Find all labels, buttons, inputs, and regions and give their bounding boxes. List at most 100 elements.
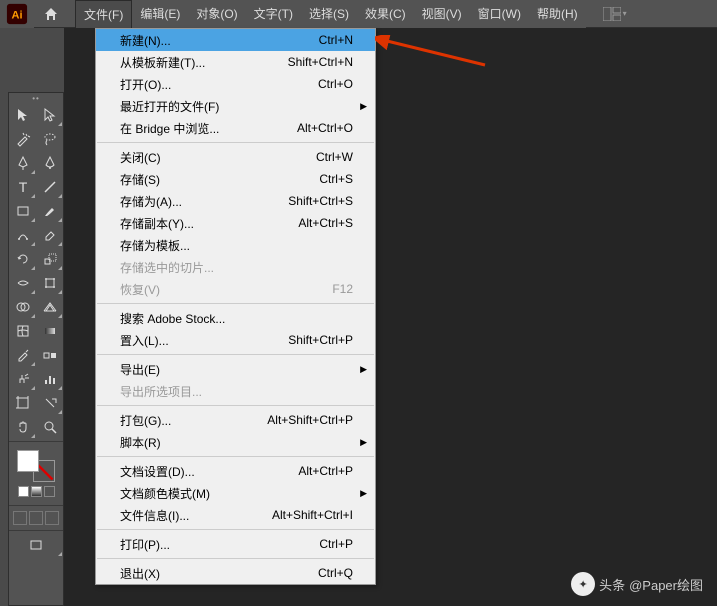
draw-inside[interactable] [45,511,59,525]
mesh-tool[interactable] [9,319,36,343]
menu-select[interactable]: 选择(S) [301,0,357,28]
file-menu-dropdown: 新建(N)...Ctrl+N从模板新建(T)...Shift+Ctrl+N打开(… [95,28,376,585]
menu-effect[interactable]: 效果(C) [357,0,414,28]
scale-tool[interactable] [36,247,63,271]
free-transform-tool[interactable] [36,271,63,295]
menu-item-label: 打包(G)... [120,412,267,429]
menu-item[interactable]: 在 Bridge 中浏览...Alt+Ctrl+O [96,117,375,139]
menu-item-shortcut: Alt+Shift+Ctrl+P [267,413,353,427]
pen-tool[interactable] [9,151,36,175]
draw-normal[interactable] [13,511,27,525]
menu-item-label: 文档颜色模式(M) [120,485,353,502]
menu-item-shortcut: Ctrl+W [316,150,353,164]
rotate-tool[interactable] [9,247,36,271]
draw-behind[interactable] [29,511,43,525]
menu-item[interactable]: 最近打开的文件(F)▶ [96,95,375,117]
topbar: Ai 文件(F) 编辑(E) 对象(O) 文字(T) 选择(S) 效果(C) 视… [0,0,717,28]
menu-item-shortcut: Ctrl+Q [318,566,353,580]
menu-item[interactable]: 存储(S)Ctrl+S [96,168,375,190]
fill-stroke-swatches[interactable] [17,450,55,482]
line-segment-tool[interactable] [36,175,63,199]
blend-tool[interactable] [36,343,63,367]
color-mode-none[interactable] [44,486,55,497]
menu-item-label: 在 Bridge 中浏览... [120,120,297,137]
menu-item[interactable]: 文件信息(I)...Alt+Shift+Ctrl+I [96,504,375,526]
separator [9,505,63,506]
color-mode-color[interactable] [18,486,29,497]
menu-item-shortcut: Ctrl+N [319,33,353,47]
type-tool[interactable]: T [9,175,36,199]
menu-item-label: 存储副本(Y)... [120,215,298,232]
menu-item[interactable]: 打印(P)...Ctrl+P [96,533,375,555]
symbol-sprayer-tool[interactable] [9,367,36,391]
shaper-tool[interactable] [9,223,36,247]
menu-item[interactable]: 打开(O)...Ctrl+O [96,73,375,95]
menu-item[interactable]: 关闭(C)Ctrl+W [96,146,375,168]
arrange-documents-icon[interactable]: ▾ [603,7,627,21]
menu-item-label: 导出(E) [120,361,353,378]
menu-item: 存储选中的切片... [96,256,375,278]
lasso-tool[interactable] [36,127,63,151]
width-tool[interactable] [9,271,36,295]
toolbar-handle[interactable]: •• [9,93,63,103]
direct-selection-tool[interactable] [36,103,63,127]
menu-item-shortcut: Shift+Ctrl+P [288,333,353,347]
watermark-text: @Paper绘图 [629,575,703,594]
menu-item[interactable]: 存储为模板... [96,234,375,256]
menu-file[interactable]: 文件(F) [75,0,132,28]
menu-help[interactable]: 帮助(H) [529,0,586,28]
menu-item[interactable]: 搜索 Adobe Stock... [96,307,375,329]
eraser-tool[interactable] [36,223,63,247]
menu-item[interactable]: 从模板新建(T)...Shift+Ctrl+N [96,51,375,73]
separator [9,441,63,442]
submenu-arrow-icon: ▶ [360,364,367,375]
selection-tool[interactable] [9,103,36,127]
home-button[interactable] [34,0,68,28]
menu-item-label: 搜索 Adobe Stock... [120,310,353,327]
menu-item[interactable]: 置入(L)...Shift+Ctrl+P [96,329,375,351]
menu-type[interactable]: 文字(T) [246,0,301,28]
gradient-tool[interactable] [36,319,63,343]
menu-item[interactable]: 文档设置(D)...Alt+Ctrl+P [96,460,375,482]
menu-object[interactable]: 对象(O) [188,0,245,28]
column-graph-tool[interactable] [36,367,63,391]
zoom-tool[interactable] [36,415,63,439]
menu-item-shortcut: Alt+Ctrl+O [297,121,353,135]
eyedropper-tool[interactable] [9,343,36,367]
magic-wand-tool[interactable] [9,127,36,151]
submenu-arrow-icon: ▶ [360,488,367,499]
slice-tool[interactable] [36,391,63,415]
separator [9,530,63,531]
menu-item[interactable]: 导出(E) ▶ [96,358,375,380]
curvature-tool[interactable] [36,151,63,175]
menu-view[interactable]: 视图(V) [414,0,470,28]
menu-separator [97,405,374,406]
screen-mode[interactable] [9,533,63,557]
menu-item-label: 文档设置(D)... [120,463,298,480]
shape-builder-tool[interactable] [9,295,36,319]
menu-item-label: 脚本(R) [120,434,353,451]
menu-item[interactable]: 文档颜色模式(M) ▶ [96,482,375,504]
menu-item-label: 从模板新建(T)... [120,54,288,71]
artboard-tool[interactable] [9,391,36,415]
rectangle-tool[interactable] [9,199,36,223]
color-mode-gradient[interactable] [31,486,42,497]
menu-item[interactable]: 脚本(R)▶ [96,431,375,453]
menu-item[interactable]: 新建(N)...Ctrl+N [96,29,375,51]
menu-item[interactable]: 存储为(A)...Shift+Ctrl+S [96,190,375,212]
perspective-grid-tool[interactable] [36,295,63,319]
menu-window[interactable]: 窗口(W) [470,0,529,28]
menu-edit[interactable]: 编辑(E) [132,0,188,28]
menu-item[interactable]: 退出(X)Ctrl+Q [96,562,375,584]
watermark-icon: ✦ [571,572,595,596]
menu-item[interactable]: 存储副本(Y)...Alt+Ctrl+S [96,212,375,234]
draw-mode-row [9,508,63,528]
menu-item-shortcut: Shift+Ctrl+N [288,55,353,69]
paintbrush-tool[interactable] [36,199,63,223]
watermark: ✦ 头条 @Paper绘图 [571,572,703,596]
hand-tool[interactable] [9,415,36,439]
menu-item-label: 打开(O)... [120,76,318,93]
menu-item-shortcut: Alt+Ctrl+P [298,464,353,478]
menu-item[interactable]: 打包(G)...Alt+Shift+Ctrl+P [96,409,375,431]
fill-swatch[interactable] [17,450,39,472]
